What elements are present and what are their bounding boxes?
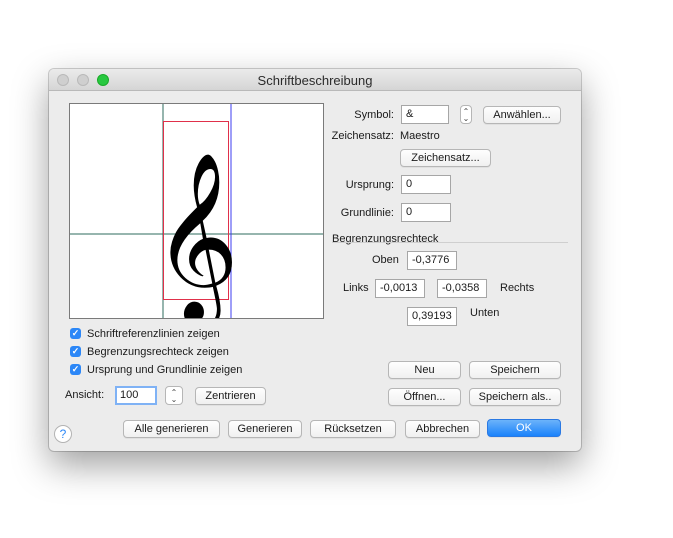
generate-all-button[interactable]: Alle generieren: [123, 420, 220, 438]
treble-clef-glyph: 𝄞: [153, 151, 239, 318]
show-bounding-box-checkbox[interactable]: ✓: [70, 346, 81, 357]
window-title: Schriftbeschreibung: [257, 73, 373, 88]
bounds-right-field[interactable]: -0,0358: [437, 279, 487, 298]
symbol-stepper[interactable]: ⌃ ⌄: [460, 105, 472, 124]
baseline-field[interactable]: 0: [401, 203, 451, 222]
center-button[interactable]: Zentrieren: [195, 387, 266, 405]
view-zoom-stepper[interactable]: ⌃ ⌄: [165, 386, 183, 405]
bounds-left-label: Links: [343, 282, 369, 294]
origin-label: Ursprung:: [345, 179, 394, 191]
open-button[interactable]: Öffnen...: [388, 388, 461, 406]
ok-button[interactable]: OK: [487, 419, 561, 437]
symbol-field[interactable]: &: [401, 105, 449, 124]
bounds-separator: [332, 242, 568, 243]
bounds-bottom-field[interactable]: 0,39193: [407, 307, 457, 326]
bounds-heading: Begrenzungsrechteck: [332, 233, 439, 245]
reset-button[interactable]: Rücksetzen: [310, 420, 396, 438]
bounds-top-field[interactable]: -0,3776: [407, 251, 457, 270]
glyph-description-dialog: Schriftbeschreibung 𝄞 Symbol: & ⌃ ⌄ Anwäh…: [49, 69, 581, 451]
bounds-left-field[interactable]: -0,0013: [375, 279, 425, 298]
title-bar: Schriftbeschreibung: [49, 69, 581, 91]
charset-value: Maestro: [400, 130, 440, 142]
show-bounding-box-label: Begrenzungsrechteck zeigen: [87, 346, 229, 358]
cancel-button[interactable]: Abbrechen: [405, 420, 480, 438]
bounds-right-label: Rechts: [500, 282, 535, 294]
show-reference-lines-label: Schriftreferenzlinien zeigen: [87, 328, 220, 340]
show-origin-baseline-checkbox[interactable]: ✓: [70, 364, 81, 375]
show-origin-baseline-label: Ursprung und Grundlinie zeigen: [87, 364, 243, 376]
save-as-button[interactable]: Speichern als..: [469, 388, 561, 406]
show-reference-lines-checkbox[interactable]: ✓: [70, 328, 81, 339]
view-zoom-field[interactable]: 100: [115, 386, 157, 405]
symbol-label: Symbol:: [354, 109, 394, 121]
generate-button[interactable]: Generieren: [228, 420, 302, 438]
view-label: Ansicht:: [65, 389, 105, 401]
save-button[interactable]: Speichern: [469, 361, 561, 379]
charset-button[interactable]: Zeichensatz...: [400, 149, 491, 167]
glyph-preview[interactable]: 𝄞: [69, 103, 324, 319]
select-symbol-button[interactable]: Anwählen...: [483, 106, 561, 124]
charset-label: Zeichensatz:: [331, 130, 394, 142]
new-button[interactable]: Neu: [388, 361, 461, 379]
baseline-label: Grundlinie:: [340, 207, 394, 219]
bounds-top-label: Oben: [372, 254, 399, 266]
origin-field[interactable]: 0: [401, 175, 451, 194]
bounds-bottom-label: Unten: [470, 307, 500, 319]
preview-canvas: 𝄞: [70, 104, 323, 318]
help-button[interactable]: ?: [54, 425, 72, 443]
